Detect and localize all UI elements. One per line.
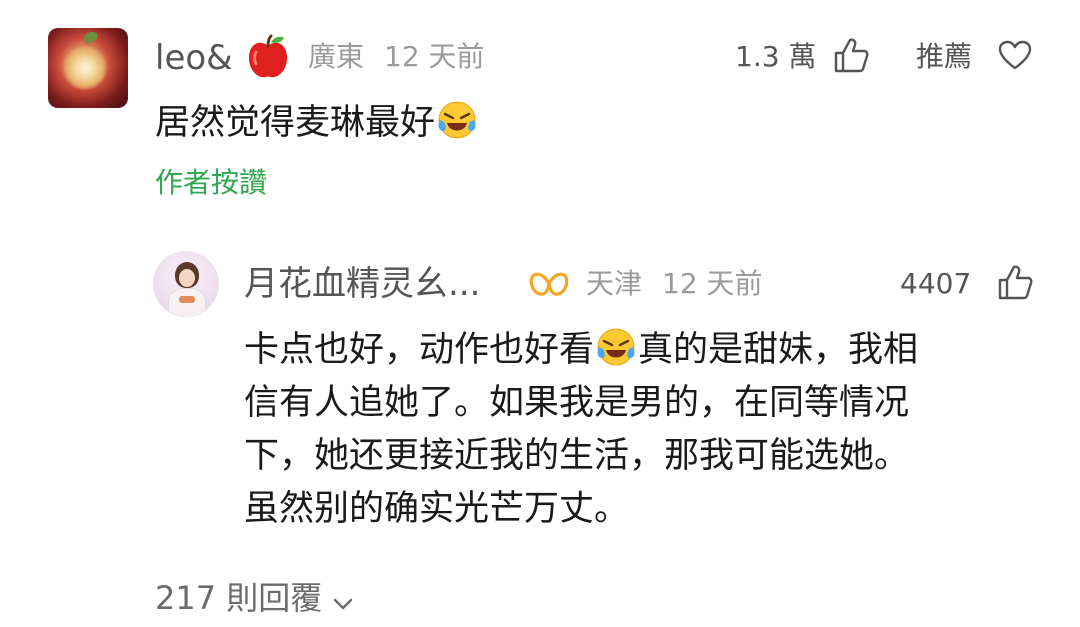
- comment-time: 12 天前: [384, 40, 485, 73]
- author-liked-badge: 作者按讚: [155, 166, 268, 199]
- heart-icon[interactable]: [998, 40, 1032, 70]
- view-replies-button[interactable]: 217 則回覆: [155, 578, 354, 620]
- reply-text-line: 虽然别的确实光芒万丈。: [244, 489, 630, 529]
- laughing-crying-emoji-icon: [437, 100, 477, 140]
- avatar[interactable]: [48, 28, 128, 108]
- comment: leo& 廣東 12 天前 1.3 萬 推薦 居然觉得麦琳最好 作者按讚: [0, 0, 1080, 230]
- hands-shape: [179, 296, 195, 303]
- reply-like-count: 4407: [900, 267, 972, 300]
- rose-image: [62, 46, 108, 90]
- comment-location: 廣東: [308, 40, 365, 73]
- reply-avatar[interactable]: [153, 251, 219, 317]
- reply-comment: 月花血精灵幺... 天津 12 天前 4407 卡点也好，动作也好看 真的是甜妹…: [0, 240, 1080, 560]
- chevron-down-icon: [332, 580, 354, 620]
- reply-text-segment: 真的是甜妹，我相: [638, 330, 919, 370]
- reply-time: 12 天前: [662, 267, 763, 300]
- comment-text: 居然觉得麦琳最好: [155, 97, 479, 150]
- face-shape: [179, 269, 195, 287]
- laughing-crying-emoji-icon: [596, 327, 636, 367]
- like-count: 1.3 萬: [735, 40, 817, 73]
- leaf-shape: [82, 29, 100, 45]
- reply-location: 天津: [586, 267, 643, 300]
- red-apple-icon: [244, 34, 292, 80]
- reply-thumbs-up-icon[interactable]: [997, 263, 1033, 301]
- reply-text-line: 卡点也好，动作也好看 真的是甜妹，我相: [244, 324, 1044, 377]
- comment-username[interactable]: leo&: [155, 38, 233, 78]
- username-text: leo&: [155, 38, 233, 78]
- recommend-label[interactable]: 推薦: [916, 40, 972, 74]
- reply-count: 217 則回覆: [155, 579, 323, 617]
- reply-username-text: 月花血精灵幺...: [244, 264, 481, 304]
- thumbs-up-icon[interactable]: [833, 36, 869, 74]
- reply-text-line: 下，她还更接近我的生活，那我可能选她。: [244, 436, 910, 476]
- reply-username[interactable]: 月花血精灵幺...: [244, 264, 480, 304]
- reply-text-line: 信有人追她了。如果我是男的，在同等情况: [244, 383, 910, 423]
- comment-text-body: 居然觉得麦琳最好: [155, 103, 436, 143]
- reply-text-segment: 卡点也好，动作也好看: [244, 330, 595, 370]
- infinity-badge-icon: [528, 266, 570, 302]
- reply-text: 卡点也好，动作也好看 真的是甜妹，我相 信有人追她了。如果我是男的，在同等情况 …: [244, 324, 1044, 536]
